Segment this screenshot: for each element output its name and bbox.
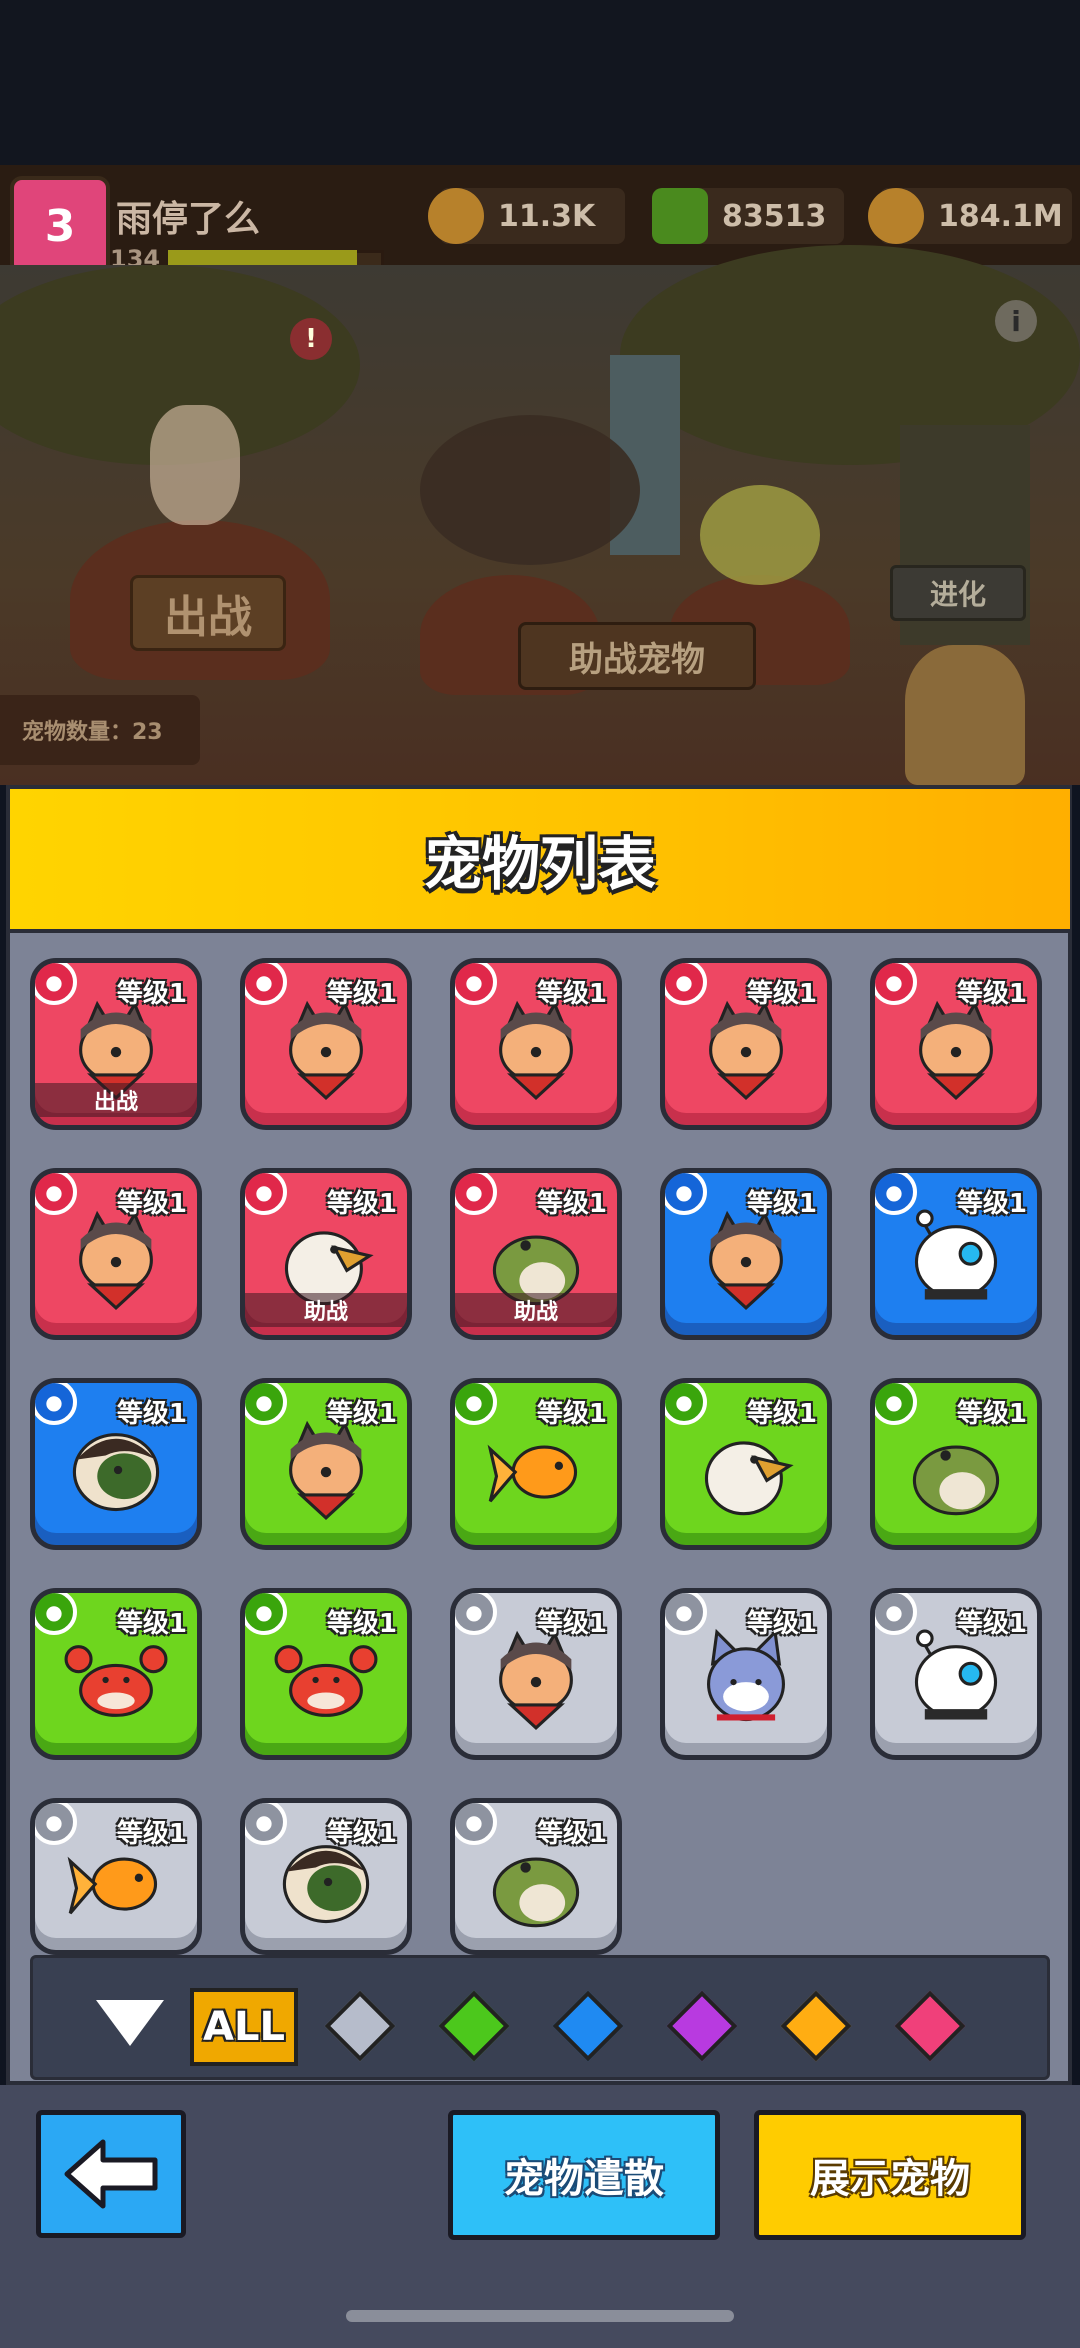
pet-level: 等级1	[536, 1189, 607, 1219]
pet-card[interactable]: ● 等级1	[450, 1588, 622, 1760]
pet-status-tag: 助战	[455, 1293, 617, 1327]
dog-icon	[274, 1418, 378, 1522]
resource-value: 83513	[722, 198, 827, 234]
pet-level: 等级1	[116, 1399, 187, 1429]
resource-value: 184.1M	[938, 198, 1063, 234]
eagle-icon	[694, 1418, 798, 1522]
gold-stack-icon	[868, 188, 924, 244]
pet-status-tag: 助战	[245, 1293, 407, 1327]
pet-card[interactable]: ● 等级1	[240, 1588, 412, 1760]
pet-card[interactable]: ● 等级1 助战	[240, 1168, 412, 1340]
pet-level: 等级1	[116, 979, 187, 1009]
pet-card[interactable]: ● 等级1	[870, 1168, 1042, 1340]
pet-card[interactable]: ● 等级1	[450, 958, 622, 1130]
pet-card[interactable]: ● 等级1	[660, 1588, 832, 1760]
pet-level: 等级1	[326, 1819, 397, 1849]
pet-card[interactable]: ● 等级1 助战	[450, 1168, 622, 1340]
pet-level: 等级1	[536, 1819, 607, 1849]
pet-level: 等级1	[326, 1609, 397, 1639]
alert-icon[interactable]: !	[290, 318, 332, 360]
pet-level: 等级1	[956, 979, 1027, 1009]
pet-card[interactable]: ● 等级1	[30, 1798, 202, 1955]
pet-card[interactable]: ● 等级1	[660, 1168, 832, 1340]
pet-card[interactable]: ● 等级1	[660, 958, 832, 1130]
pet-level: 等级1	[956, 1189, 1027, 1219]
pet-card[interactable]: ● 等级1	[870, 958, 1042, 1130]
crab-icon	[274, 1628, 378, 1732]
pet-card[interactable]: ● 等级1	[870, 1588, 1042, 1760]
pet-level: 等级1	[746, 979, 817, 1009]
pet-level: 等级1	[326, 1189, 397, 1219]
pet-level: 等级1	[536, 979, 607, 1009]
panel-title: 宠物列表	[423, 830, 656, 898]
pet-level: 等级1	[536, 1609, 607, 1639]
pet-level: 等级1	[326, 1399, 397, 1429]
pet-level: 等级1	[536, 1399, 607, 1429]
assist-pets-button[interactable]: 助战宠物	[518, 622, 756, 690]
turtle-icon	[64, 1418, 168, 1522]
dog-icon	[274, 998, 378, 1102]
green-gem-icon	[652, 188, 708, 244]
pet-level: 等级1	[956, 1399, 1027, 1429]
pet-card[interactable]: ● 等级1	[30, 1588, 202, 1760]
robot-icon	[904, 1208, 1008, 1312]
pet-level: 等级1	[746, 1399, 817, 1429]
pet-card[interactable]: ● 等级1 出战	[30, 958, 202, 1130]
home-indicator[interactable]	[346, 2310, 734, 2322]
pet-card[interactable]: ● 等级1	[30, 1168, 202, 1340]
resource-gold[interactable]: 184.1M	[868, 188, 1072, 244]
resource-gems[interactable]: 83513	[652, 188, 844, 244]
pet-card[interactable]: ● 等级1	[30, 1378, 202, 1550]
pet-status-tag: 出战	[35, 1083, 197, 1117]
back-arrow-icon	[64, 2139, 158, 2209]
pet-card[interactable]: ● 等级1	[240, 1378, 412, 1550]
gold-coin-icon	[428, 188, 484, 244]
dog-icon	[484, 998, 588, 1102]
show-pets-button[interactable]: 展示宠物	[754, 2110, 1026, 2240]
pet-card[interactable]: ● 等级1	[450, 1378, 622, 1550]
avatar-level: 3	[44, 200, 76, 252]
sort-down-icon[interactable]	[96, 2000, 164, 2046]
back-button[interactable]	[36, 2110, 186, 2238]
pet-level: 等级1	[116, 1819, 187, 1849]
resource-value: 11.3K	[498, 198, 596, 234]
pet-level: 等级1	[116, 1189, 187, 1219]
pet-level: 等级1	[326, 979, 397, 1009]
pet-card[interactable]: ● 等级1	[870, 1378, 1042, 1550]
pet-card[interactable]: ● 等级1	[240, 1798, 412, 1955]
deploy-button[interactable]: 出战	[130, 575, 286, 651]
dismiss-pets-button[interactable]: 宠物遣散	[448, 2110, 720, 2240]
robot-icon	[904, 1628, 1008, 1732]
status-bar	[0, 0, 1080, 165]
resource-coins[interactable]: 11.3K	[428, 188, 625, 244]
pet-level: 等级1	[116, 1609, 187, 1639]
pet-card[interactable]: ● 等级1	[240, 958, 412, 1130]
cat-icon	[694, 1628, 798, 1732]
dog-icon	[484, 1628, 588, 1732]
goldfish-icon	[484, 1418, 588, 1522]
crab-icon	[64, 1628, 168, 1732]
pet-level: 等级1	[746, 1189, 817, 1219]
filter-all-button[interactable]: ALL	[190, 1988, 298, 2066]
evolve-button[interactable]: 进化	[890, 565, 1026, 621]
pet-level: 等级1	[956, 1609, 1027, 1639]
player-avatar[interactable]: 3	[10, 176, 110, 276]
dog-icon	[904, 998, 1008, 1102]
pet-level: 等级1	[746, 1609, 817, 1639]
pet-card[interactable]: ● 等级1	[450, 1798, 622, 1955]
pet-count-label: 宠物数量：23	[0, 695, 200, 765]
player-name: 雨停了么	[116, 199, 261, 240]
frog-icon	[904, 1418, 1008, 1522]
dog-icon	[694, 1208, 798, 1312]
pet-card[interactable]: ● 等级1	[660, 1378, 832, 1550]
dog-icon	[694, 998, 798, 1102]
rarity-filter-bar	[30, 1955, 1050, 2080]
info-icon[interactable]: i	[995, 300, 1037, 342]
dog-icon	[64, 1208, 168, 1312]
